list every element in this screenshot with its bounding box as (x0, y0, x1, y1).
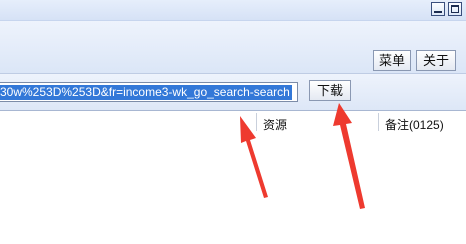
title-bar (0, 0, 466, 21)
address-bar: 30w%253D%253D&fr=income3-wk_go_search-se… (0, 74, 466, 111)
url-input[interactable]: 30w%253D%253D&fr=income3-wk_go_search-se… (0, 82, 298, 102)
download-button[interactable]: 下载 (309, 80, 351, 101)
column-header-resource[interactable]: 资源 (263, 116, 287, 133)
toolbar: 菜单 关于 (0, 21, 466, 74)
menu-button[interactable]: 菜单 (373, 50, 411, 71)
column-divider[interactable] (378, 113, 379, 131)
about-button[interactable]: 关于 (416, 50, 456, 71)
column-divider[interactable] (256, 113, 257, 131)
column-header-note[interactable]: 备注(0125) (385, 116, 444, 133)
maximize-icon[interactable] (448, 2, 462, 16)
minimize-icon[interactable] (431, 2, 445, 16)
url-selected-text: 30w%253D%253D&fr=income3-wk_go_search-se… (0, 85, 292, 100)
